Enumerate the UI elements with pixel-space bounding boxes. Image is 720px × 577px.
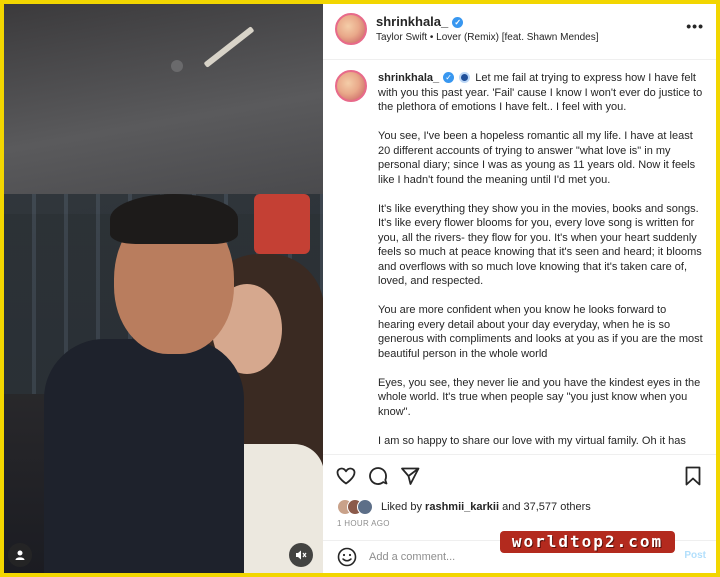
ceiling bbox=[4, 4, 323, 214]
audio-track[interactable]: Taylor Swift • Lover (Remix) [feat. Shaw… bbox=[376, 32, 598, 43]
username-text[interactable]: shrinkhala_ bbox=[376, 14, 448, 29]
likes-summary: Liked by rashmii_karkii and 37,577 other… bbox=[381, 501, 591, 513]
liker-avatar bbox=[357, 499, 373, 515]
red-lamp bbox=[254, 194, 310, 254]
likes-prefix: Liked by bbox=[381, 501, 422, 513]
caption-avatar[interactable] bbox=[335, 70, 367, 102]
more-horizontal-icon[interactable]: ••• bbox=[686, 18, 704, 34]
post-photo[interactable] bbox=[4, 4, 323, 573]
comment-icon[interactable] bbox=[367, 465, 389, 487]
post-timestamp[interactable]: 1 HOUR AGO bbox=[337, 519, 390, 528]
eye-emoji-icon bbox=[459, 72, 471, 83]
verified-badge-icon: ✓ bbox=[452, 17, 464, 28]
ceiling-fixture bbox=[171, 60, 183, 72]
man-hair bbox=[110, 194, 238, 244]
man-jacket bbox=[44, 339, 244, 573]
post-header: shrinkhala_ ✓ Taylor Swift • Lover (Remix… bbox=[323, 4, 716, 60]
bookmark-icon[interactable] bbox=[682, 465, 704, 487]
caption-text: shrinkhala_ ✓ Let me fail at trying to ex… bbox=[378, 71, 704, 453]
caption-paragraph: You are more confident when you know he … bbox=[378, 304, 703, 360]
caption-paragraph: Eyes, you see, they never lie and you ha… bbox=[378, 376, 701, 418]
caption-paragraph: It's like everything they show you in th… bbox=[378, 202, 702, 288]
man bbox=[44, 194, 244, 573]
caption-username[interactable]: shrinkhala_ bbox=[378, 72, 439, 84]
likes-count[interactable]: and 37,577 others bbox=[502, 501, 591, 513]
verified-badge-icon: ✓ bbox=[443, 72, 455, 83]
mute-icon[interactable] bbox=[289, 543, 313, 567]
header-username[interactable]: shrinkhala_ ✓ bbox=[376, 14, 464, 29]
caption-intro: shrinkhala_ ✓ Let me fail at trying to ex… bbox=[378, 71, 704, 115]
share-icon[interactable] bbox=[399, 465, 421, 487]
heart-icon[interactable] bbox=[335, 465, 357, 487]
liked-by-avatars[interactable] bbox=[337, 499, 377, 515]
post-comment-button[interactable]: Post bbox=[684, 550, 706, 561]
user-tag-icon[interactable] bbox=[8, 543, 32, 567]
avatar[interactable] bbox=[335, 13, 367, 45]
watermark: worldtop2.com bbox=[500, 531, 675, 553]
liker-username[interactable]: rashmii_karkii bbox=[425, 501, 499, 513]
caption-area: shrinkhala_ ✓ Let me fail at trying to ex… bbox=[323, 61, 716, 453]
post-side-panel: shrinkhala_ ✓ Taylor Swift • Lover (Remix… bbox=[323, 4, 716, 573]
caption-paragraph: You see, I've been a hopeless romantic a… bbox=[378, 130, 696, 186]
caption-paragraph: I am so happy to share our love with my … bbox=[378, 434, 686, 447]
emoji-icon[interactable] bbox=[337, 547, 357, 567]
